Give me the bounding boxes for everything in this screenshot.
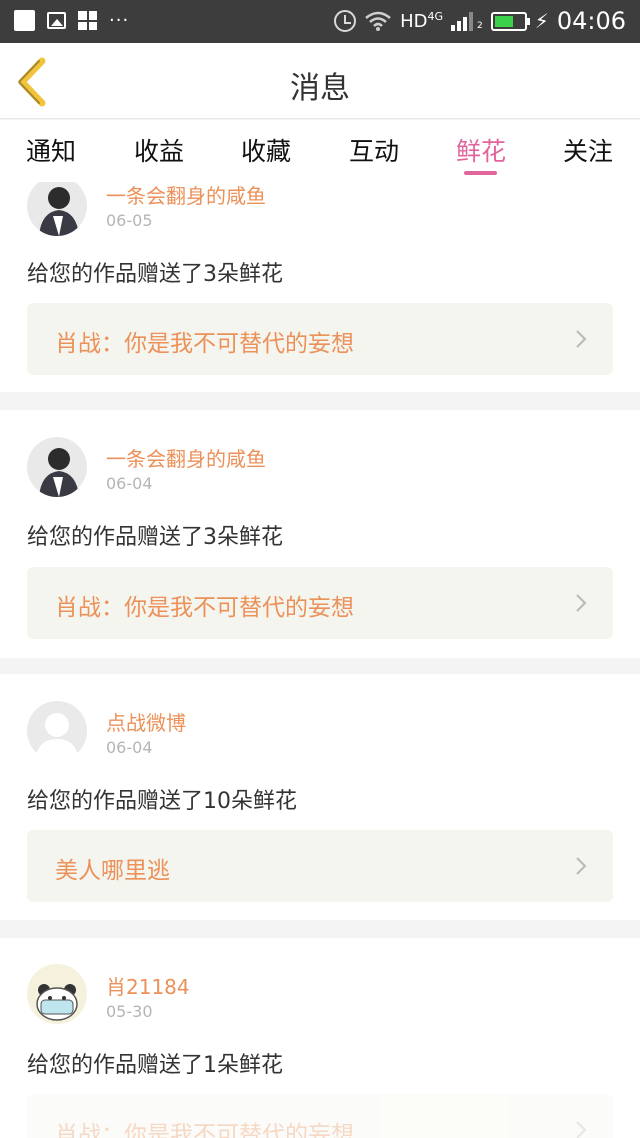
sender-name[interactable]: 肖21184 — [106, 971, 190, 1000]
message-date: 06-04 — [106, 738, 153, 757]
page-title: 消息 — [290, 71, 350, 106]
avatar[interactable] — [27, 182, 87, 236]
chevron-right-icon — [576, 594, 587, 612]
tab-bar: 通知 收益 收藏 互动 鲜花 关注 — [0, 120, 640, 182]
avatar[interactable] — [27, 437, 87, 497]
tab-notifications[interactable]: 通知 — [26, 132, 76, 168]
apps-icon — [78, 11, 97, 30]
status-bar: ··· HD4G 2 ⚡ 04:06 — [0, 0, 640, 43]
notification-square-icon — [14, 10, 35, 31]
alarm-icon — [334, 10, 357, 32]
work-title: 肖战：你是我不可替代的妄想 — [55, 1122, 354, 1138]
work-title: 肖战：你是我不可替代的妄想 — [55, 595, 354, 621]
status-left-icons: ··· — [14, 10, 129, 31]
message-text: 给您的作品赠送了1朵鲜花 — [27, 1053, 283, 1078]
signal-icon: 2 — [451, 11, 483, 31]
work-link[interactable]: 美人哪里逃 — [27, 830, 613, 902]
wifi-icon — [365, 11, 391, 31]
list-item: 肖21184 05-30 给您的作品赠送了1朵鲜花 肖战：你是我不可替代的妄想 — [0, 938, 640, 1138]
list-item: 一条会翻身的咸鱼 06-05 给您的作品赠送了3朵鲜花 肖战：你是我不可替代的妄… — [0, 182, 640, 392]
more-dots-icon: ··· — [109, 10, 130, 31]
tab-flowers[interactable]: 鲜花 — [456, 132, 506, 168]
message-date: 06-04 — [106, 474, 153, 493]
status-right-icons: HD4G 2 ⚡ 04:06 — [334, 7, 626, 35]
message-text: 给您的作品赠送了10朵鲜花 — [27, 789, 297, 814]
work-title: 美人哪里逃 — [55, 858, 170, 884]
network-type: HD4G — [400, 10, 444, 32]
image-icon — [47, 12, 66, 29]
list-item: 点战微博 06-04 给您的作品赠送了10朵鲜花 美人哪里逃 — [0, 674, 640, 920]
tab-earnings[interactable]: 收益 — [134, 132, 184, 168]
message-text: 给您的作品赠送了3朵鲜花 — [27, 525, 283, 550]
header-bar: 消息 — [0, 43, 640, 119]
chevron-right-icon — [576, 330, 587, 348]
charging-bolt-icon: ⚡ — [534, 9, 549, 33]
sender-name[interactable]: 一条会翻身的咸鱼 — [106, 182, 266, 209]
active-tab-indicator — [464, 171, 497, 175]
work-title: 肖战：你是我不可替代的妄想 — [55, 331, 354, 357]
default-avatar[interactable] — [27, 701, 87, 761]
tab-interactions[interactable]: 互动 — [349, 132, 399, 168]
work-link[interactable]: 肖战：你是我不可替代的妄想 — [27, 303, 613, 375]
cartoon-panda-avatar[interactable] — [27, 964, 87, 1024]
tab-follows[interactable]: 关注 — [563, 132, 613, 168]
work-link[interactable]: 肖战：你是我不可替代的妄想 — [27, 1094, 613, 1138]
chevron-right-icon — [576, 1121, 587, 1138]
work-link[interactable]: 肖战：你是我不可替代的妄想 — [27, 567, 613, 639]
message-text: 给您的作品赠送了3朵鲜花 — [27, 262, 283, 287]
sender-name[interactable]: 一条会翻身的咸鱼 — [106, 443, 266, 472]
list-item: 一条会翻身的咸鱼 06-04 给您的作品赠送了3朵鲜花 肖战：你是我不可替代的妄… — [0, 410, 640, 658]
message-date: 05-30 — [106, 1002, 153, 1021]
clock-time: 04:06 — [556, 7, 626, 35]
message-list[interactable]: 一条会翻身的咸鱼 06-05 给您的作品赠送了3朵鲜花 肖战：你是我不可替代的妄… — [0, 182, 640, 1138]
tab-favorites[interactable]: 收藏 — [241, 132, 291, 168]
chevron-right-icon — [576, 857, 587, 875]
message-date: 06-05 — [106, 211, 153, 230]
sender-name[interactable]: 点战微博 — [106, 707, 186, 736]
battery-icon — [490, 11, 530, 31]
